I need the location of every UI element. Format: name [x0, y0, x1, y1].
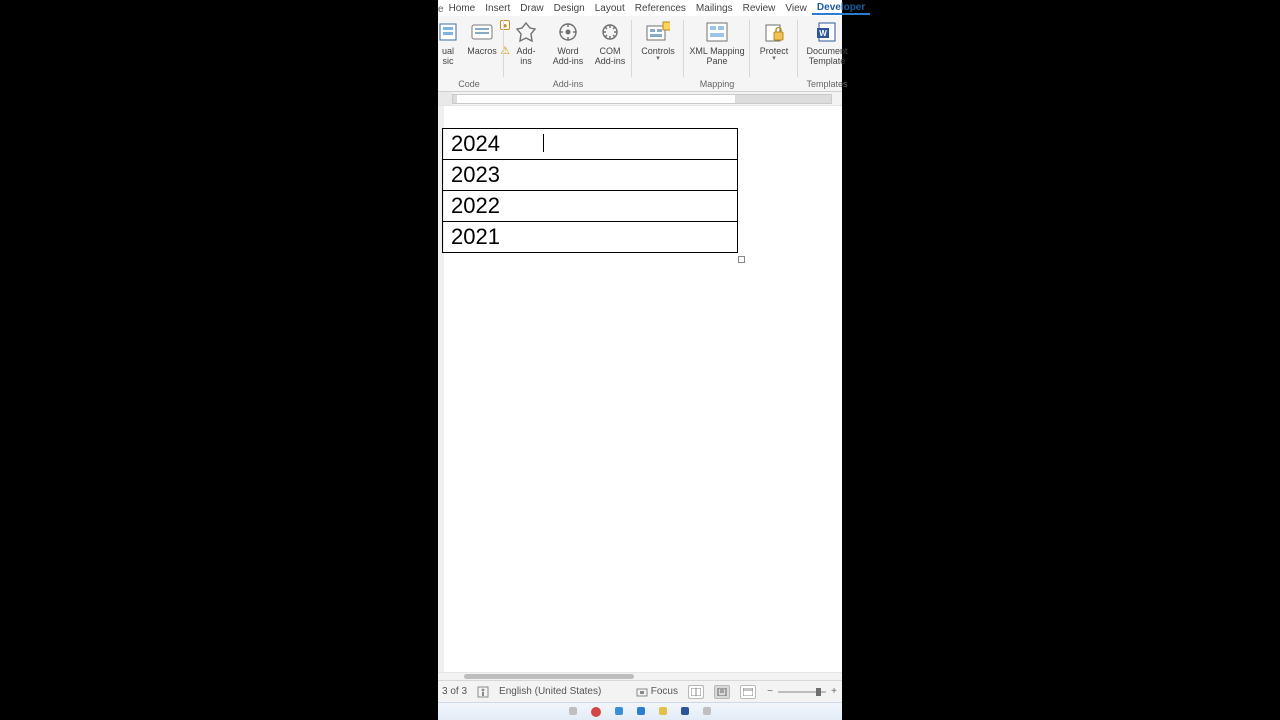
text-cursor	[543, 134, 544, 152]
ribbon: ual sic Macros ● ⚠ Code	[438, 16, 842, 92]
taskbar-icon[interactable]	[591, 707, 601, 717]
com-addins-button[interactable]: COM Add-ins	[592, 18, 628, 66]
taskbar-icon[interactable]	[569, 707, 577, 715]
controls-icon	[646, 20, 670, 44]
word-addins-icon	[556, 20, 580, 44]
focus-mode-button[interactable]: Focus	[636, 686, 678, 698]
svg-text:W: W	[819, 29, 827, 38]
word-window: e Home Insert Draw Design Layout Referen…	[438, 0, 842, 720]
taskbar-icon[interactable]	[637, 707, 645, 715]
menu-draw[interactable]: Draw	[515, 3, 548, 15]
zoom-out-button[interactable]: −	[766, 686, 774, 697]
read-mode-button[interactable]	[688, 685, 704, 699]
ribbon-group-templates: W Document Template Templates	[798, 16, 856, 91]
addins-icon	[514, 20, 538, 44]
vb-icon	[436, 20, 460, 44]
menu-bar: e Home Insert Draw Design Layout Referen…	[438, 0, 842, 16]
web-layout-button[interactable]	[740, 685, 756, 699]
print-layout-button[interactable]	[714, 685, 730, 699]
taskbar-icon[interactable]	[681, 707, 689, 715]
group-label-code: Code	[458, 79, 480, 91]
table-row[interactable]: 2022	[443, 191, 738, 222]
menu-developer[interactable]: Developer	[812, 2, 870, 15]
windows-taskbar[interactable]	[438, 702, 842, 720]
table-cell[interactable]: 2022	[443, 191, 738, 222]
ribbon-group-code: ual sic Macros ● ⚠ Code	[438, 16, 504, 91]
table-row[interactable]: 2023	[443, 160, 738, 191]
scrollbar-thumb[interactable]	[464, 674, 634, 679]
menu-references[interactable]: References	[630, 3, 691, 15]
zoom-knob[interactable]	[816, 688, 821, 696]
document-template-button[interactable]: W Document Template	[802, 18, 852, 66]
macros-icon	[470, 20, 494, 44]
language-indicator[interactable]: English (United States)	[499, 686, 601, 697]
year-table[interactable]: 2024 2023 2022 2021	[442, 128, 738, 253]
table-cell[interactable]: 2021	[443, 222, 738, 253]
menu-home[interactable]: Home	[444, 3, 481, 15]
vb-label: ual sic	[438, 46, 458, 66]
ruler[interactable]	[438, 92, 842, 106]
menu-view[interactable]: View	[780, 3, 812, 15]
macros-label: Macros	[462, 46, 502, 56]
menu-insert[interactable]: Insert	[480, 3, 515, 15]
document-area[interactable]: 2024 2023 2022 2021	[438, 106, 842, 672]
ribbon-group-controls: Controls ▾ .	[632, 16, 684, 91]
group-label-addins: Add-ins	[553, 79, 584, 91]
xml-mapping-icon	[705, 20, 729, 44]
table-cell[interactable]: 2024	[443, 129, 738, 160]
ribbon-group-addins: Add- ins Word Add-ins COM Add-ins Add-in…	[504, 16, 632, 91]
focus-icon	[636, 686, 648, 698]
macros-button[interactable]: Macros ● ⚠	[464, 18, 500, 56]
status-bar: 3 of 3 English (United States) Focus − +	[438, 680, 842, 702]
taskbar-icon[interactable]	[703, 707, 711, 715]
table-resize-handle[interactable]	[738, 256, 745, 263]
table-cell[interactable]: 2023	[443, 160, 738, 191]
visual-basic-button[interactable]: ual sic	[438, 18, 458, 66]
com-addins-label: COM Add-ins	[590, 46, 630, 66]
addins-label: Add- ins	[506, 46, 546, 66]
group-label-mapping: Mapping	[700, 79, 735, 91]
word-doc-icon: W	[815, 20, 839, 44]
xml-mapping-button[interactable]: XML Mapping Pane	[688, 18, 746, 66]
horizontal-scrollbar[interactable]	[438, 672, 842, 680]
addins-button[interactable]: Add- ins	[508, 18, 544, 66]
menu-review[interactable]: Review	[738, 3, 781, 15]
group-label-templates: Templates	[806, 79, 847, 91]
controls-button[interactable]: Controls ▾	[636, 18, 680, 62]
taskbar-icon[interactable]	[615, 707, 623, 715]
menu-layout[interactable]: Layout	[590, 3, 630, 15]
ribbon-group-mapping: XML Mapping Pane Mapping	[684, 16, 750, 91]
xml-mapping-label: XML Mapping Pane	[686, 46, 748, 66]
page-indicator[interactable]: 3 of 3	[442, 686, 467, 697]
accessibility-icon[interactable]	[477, 686, 489, 698]
chevron-down-icon: ▾	[772, 56, 776, 62]
zoom-in-button[interactable]: +	[830, 686, 838, 697]
taskbar-icon[interactable]	[659, 707, 667, 715]
zoom-slider[interactable]: − +	[766, 686, 838, 697]
menu-design[interactable]: Design	[549, 3, 590, 15]
table-row[interactable]: 2021	[443, 222, 738, 253]
zoom-track[interactable]	[778, 691, 826, 693]
chevron-down-icon: ▾	[656, 56, 660, 62]
ribbon-group-protect: Protect ▾ .	[750, 16, 798, 91]
protect-button[interactable]: Protect ▾	[754, 18, 794, 62]
word-addins-button[interactable]: Word Add-ins	[550, 18, 586, 66]
com-addins-icon	[598, 20, 622, 44]
menu-mailings[interactable]: Mailings	[691, 3, 738, 15]
table-row[interactable]: 2024	[443, 129, 738, 160]
word-addins-label: Word Add-ins	[548, 46, 588, 66]
document-template-label: Document Template	[800, 46, 854, 66]
lock-icon	[762, 20, 786, 44]
